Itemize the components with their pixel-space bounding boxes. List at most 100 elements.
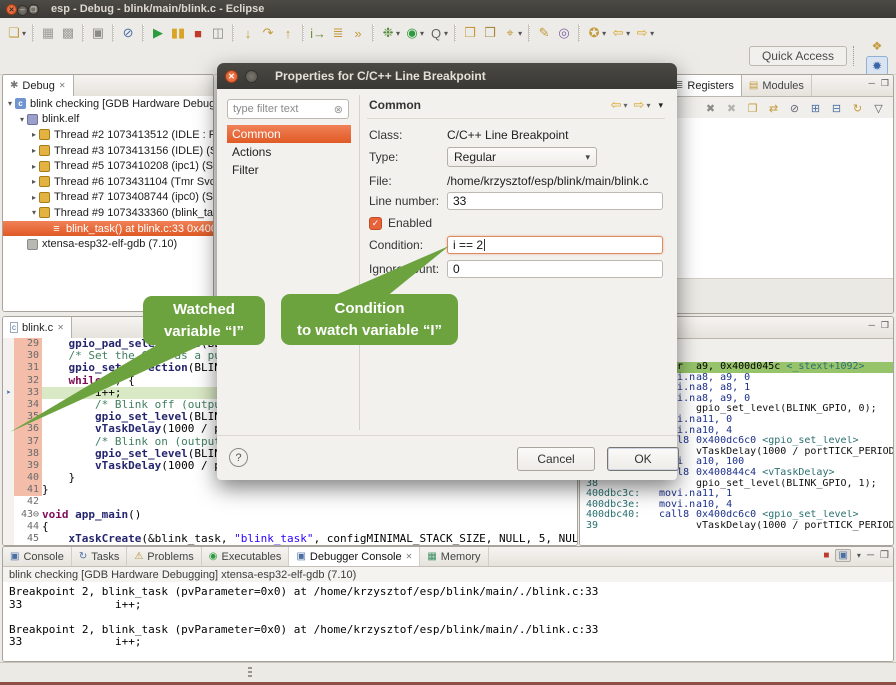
breakpoint-gutter[interactable] xyxy=(3,509,14,521)
tab-registers[interactable]: ≣Registers xyxy=(668,75,742,96)
tree-expander-icon[interactable]: ▾ xyxy=(17,115,27,124)
breakpoint-gutter[interactable] xyxy=(3,411,14,423)
breakpoint-gutter[interactable] xyxy=(3,496,14,508)
forward-icon[interactable]: ⇨ xyxy=(634,97,645,113)
use-step-filters-button[interactable]: » xyxy=(348,23,368,43)
debug-tree-item[interactable]: ▸Thread #3 1073413156 (IDLE) (Suspended) xyxy=(3,143,213,159)
tree-expander-icon[interactable]: ▸ xyxy=(29,130,39,139)
condition-input[interactable]: i == 2 xyxy=(447,236,663,254)
tree-expander-icon[interactable]: ▸ xyxy=(29,146,39,155)
tab-blink-c[interactable]: c blink.c ✕ xyxy=(3,317,72,338)
debug-tree-item[interactable]: ▾Thread #9 1073433360 (blink_task : Susp… xyxy=(3,205,213,221)
breakpoint-gutter[interactable]: ➤ xyxy=(3,387,14,399)
view-menu-icon[interactable]: ▽ xyxy=(870,100,887,117)
minimize-icon[interactable]: ─ xyxy=(869,320,875,331)
breakpoint-gutter[interactable] xyxy=(3,350,14,362)
breakpoint-gutter[interactable] xyxy=(3,362,14,374)
disconnect-button[interactable]: ◫ xyxy=(208,23,228,43)
tab-tasks[interactable]: ↻Tasks xyxy=(72,547,128,566)
debug-tree-item[interactable]: xtensa-esp32-elf-gdb (7.10) xyxy=(3,236,213,252)
debug-tree-item[interactable]: ▾cblink checking [GDB Hardware Debugging… xyxy=(3,96,213,112)
quick-access-button[interactable]: Quick Access xyxy=(749,46,847,66)
tab-console[interactable]: ▣Console xyxy=(3,547,72,566)
forward-history-button-dropdown[interactable]: ▾ xyxy=(650,29,654,38)
code-line[interactable]: 41} xyxy=(3,484,577,496)
tree-expander-icon[interactable]: ▸ xyxy=(29,162,39,171)
console-output[interactable]: Breakpoint 2, blink_task (pvParameter=0x… xyxy=(3,582,893,661)
run-button[interactable]: ◉ xyxy=(402,23,422,43)
dialog-maximize-button[interactable] xyxy=(245,70,258,83)
collapse-all-icon[interactable]: ⊟ xyxy=(828,100,845,117)
breakpoint-gutter[interactable] xyxy=(3,521,14,533)
drop-to-frame-button[interactable]: ≣ xyxy=(328,23,348,43)
dialog-category-common[interactable]: Common xyxy=(227,125,351,143)
binary-file-button[interactable]: ▣ xyxy=(88,23,108,43)
disassembly-line[interactable]: 39vTaskDelay(1000 / portTICK_PERIOD_MS); xyxy=(580,521,893,532)
dialog-close-button[interactable]: ✕ xyxy=(225,70,238,83)
tab-problems[interactable]: ⚠Problems xyxy=(127,547,201,566)
minimize-icon[interactable]: ─ xyxy=(867,550,874,561)
breakpoint-gutter[interactable] xyxy=(3,448,14,460)
search-flashlight-button-dropdown[interactable]: ▾ xyxy=(518,29,522,38)
debug-tree-item[interactable]: ▸Thread #7 1073408744 (ipc0) (Suspended) xyxy=(3,190,213,206)
mark-occurrences-button[interactable]: ◎ xyxy=(554,23,574,43)
open-project-folder-button[interactable]: ❒ xyxy=(460,23,480,43)
instruction-stepping-button[interactable]: i→ xyxy=(308,23,328,43)
refresh-icon[interactable]: ↻ xyxy=(849,100,866,117)
suspend-button[interactable]: ▮▮ xyxy=(168,23,188,43)
breakpoint-gutter[interactable] xyxy=(3,423,14,435)
tree-expander-icon[interactable]: ▾ xyxy=(5,99,15,108)
deselect-icon[interactable]: ⊘ xyxy=(786,100,803,117)
step-into-button[interactable]: ↓ xyxy=(238,23,258,43)
enabled-checkbox[interactable]: ✓ xyxy=(369,217,382,230)
perspective-cpp-button[interactable]: ❖ xyxy=(866,36,888,56)
help-icon[interactable]: ? xyxy=(229,448,248,467)
dialog-category-filter[interactable]: Filter xyxy=(227,161,351,179)
breakpoint-gutter[interactable] xyxy=(3,533,14,545)
save-button[interactable]: ▦ xyxy=(38,23,58,43)
maximize-icon[interactable]: ❒ xyxy=(881,320,889,331)
tab-modules[interactable]: ▤Modules xyxy=(742,75,812,96)
debug-tree-item[interactable]: ▸Thread #5 1073410208 (ipc1) (Suspended) xyxy=(3,158,213,174)
expand-all-icon[interactable]: ⊞ xyxy=(807,100,824,117)
debug-tree-item[interactable]: ≡blink_task() at blink.c:33 0x400dbc18 xyxy=(3,221,213,237)
step-return-button[interactable]: ↑ xyxy=(278,23,298,43)
ignore-count-input[interactable]: 0 xyxy=(447,260,663,278)
breakpoint-gutter[interactable] xyxy=(3,484,14,496)
annotation-pencil-button[interactable]: ✎ xyxy=(534,23,554,43)
chevron-down-icon[interactable]: ▾ xyxy=(646,101,650,110)
open-folder-button[interactable]: ❒ xyxy=(480,23,500,43)
tree-expander-icon[interactable]: ▾ xyxy=(29,208,39,217)
tab-debug[interactable]: ✱ Debug ✕ xyxy=(3,75,74,96)
tab-executables[interactable]: ◉Executables xyxy=(202,547,290,566)
profile-button-dropdown[interactable]: ▾ xyxy=(444,29,448,38)
close-icon[interactable]: ✕ xyxy=(59,81,66,90)
cast-to-type-icon[interactable]: ⇄ xyxy=(765,100,782,117)
drag-handle[interactable] xyxy=(248,667,252,679)
breakpoint-gutter[interactable] xyxy=(3,436,14,448)
cancel-button[interactable]: Cancel xyxy=(517,447,595,471)
run-button-dropdown[interactable]: ▾ xyxy=(420,29,424,38)
window-minimize-button[interactable]: ─ xyxy=(17,5,28,16)
back-icon[interactable]: ⇦ xyxy=(611,97,622,113)
window-close-button[interactable]: ✕ xyxy=(6,4,17,15)
line-number-input[interactable]: 33 xyxy=(447,192,663,210)
breakpoint-gutter[interactable] xyxy=(3,472,14,484)
code-line[interactable]: 43⊖void app_main() xyxy=(3,509,577,521)
skip-all-breakpoints-button[interactable]: ⊘ xyxy=(118,23,138,43)
debug-button[interactable]: ❉ xyxy=(378,23,398,43)
breakpoint-gutter[interactable] xyxy=(3,375,14,387)
code-line[interactable]: 45 xTaskCreate(&blink_task, "blink_task"… xyxy=(3,533,577,545)
display-console-icon[interactable]: ▣ xyxy=(835,549,850,562)
minimize-icon[interactable]: ─ xyxy=(869,78,875,89)
tab-debugger-console[interactable]: ▣Debugger Console✕ xyxy=(289,547,420,566)
back-history-button-dropdown[interactable]: ▾ xyxy=(626,29,630,38)
debug-tree-item[interactable]: ▸Thread #6 1073431104 (Tmr Svc) (Suspend… xyxy=(3,174,213,190)
resume-button[interactable]: ▶ xyxy=(148,23,168,43)
remove-icon[interactable]: ✖ xyxy=(702,100,719,117)
restore-icon[interactable]: ❐ xyxy=(744,100,761,117)
last-edit-location-button[interactable]: ✪ xyxy=(584,23,604,43)
terminate-button[interactable]: ■ xyxy=(188,23,208,43)
new-wizard-button-dropdown[interactable]: ▾ xyxy=(22,29,26,38)
tree-expander-icon[interactable]: ▸ xyxy=(29,177,39,186)
